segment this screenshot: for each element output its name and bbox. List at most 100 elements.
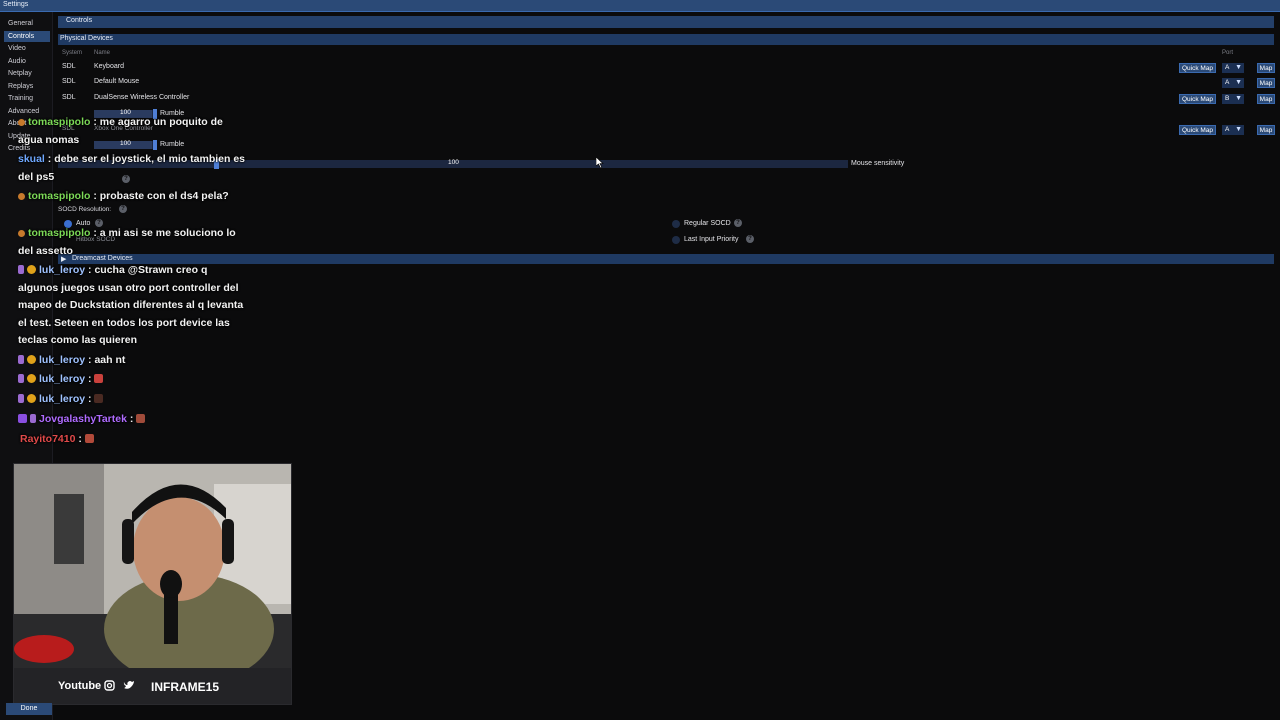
chat-message: tomaspipolo : me agarro un poquito de ag… (18, 114, 248, 149)
window-titlebar: Settings (0, 0, 1280, 12)
chat-message: tomaspipolo : probaste con el ds4 pela? (18, 188, 248, 206)
map-button[interactable]: Map (1257, 63, 1275, 73)
device-system: SDL (62, 63, 76, 70)
chat-username: tomaspipolo (28, 116, 91, 128)
chat-badge-icon (18, 394, 24, 403)
chevron-down-icon: ▼ (1235, 79, 1242, 86)
chat-message: luk_leroy : (18, 391, 248, 409)
chat-badge-icon (27, 265, 36, 274)
window-title: Settings (3, 1, 29, 8)
device-system: SDL (62, 94, 76, 101)
chevron-down-icon: ▼ (1235, 95, 1242, 102)
chat-badge-icon (27, 394, 36, 403)
done-button[interactable]: Done (6, 703, 52, 715)
chat-text: : probaste con el ds4 pela? (93, 190, 229, 202)
chat-text: : cucha @Strawn creo q algunos juegos us… (18, 264, 244, 346)
column-name: Name (94, 50, 111, 56)
chat-username: luk_leroy (39, 393, 86, 405)
chat-username: luk_leroy (39, 373, 86, 385)
chat-username: luk_leroy (39, 354, 86, 366)
chat-text: : (129, 413, 134, 425)
chat-badge-icon (18, 355, 24, 364)
chat-message: JovgalashyTartek : (18, 411, 248, 429)
last-input-priority-label: Last Input Priority (684, 236, 739, 243)
sidebar-item-replays[interactable]: Replays (4, 81, 50, 92)
emote-icon (94, 374, 104, 383)
chat-badge-icon (27, 374, 36, 383)
chat-username: tomaspipolo (28, 227, 91, 239)
column-port: Port (1222, 50, 1234, 56)
page-title: Controls (66, 17, 93, 24)
sidebar-item-video[interactable]: Video (4, 43, 50, 54)
regular-socd-label: Regular SOCD (684, 220, 731, 227)
port-select[interactable]: A ▼ (1222, 78, 1244, 88)
emote-icon (84, 434, 94, 443)
physical-devices-title: Physical Devices (60, 35, 113, 42)
chat-username: luk_leroy (39, 264, 86, 276)
help-icon[interactable]: ? (119, 205, 127, 213)
chat-text: : debe ser el joystick, el mio tambien e… (18, 153, 246, 183)
chat-username: JovgalashyTartek (39, 413, 127, 425)
chat-badge-icon (18, 374, 24, 383)
port-value: A (1225, 126, 1230, 133)
chat-badge-icon (18, 193, 25, 200)
port-value: B (1225, 95, 1230, 102)
chat-badge-icon (18, 119, 25, 126)
help-icon[interactable]: ? (746, 235, 754, 243)
webcam-overlay: Youtube INFRAME15 (13, 463, 292, 705)
chevron-down-icon: ▼ (1235, 126, 1242, 133)
chat-badge-icon (30, 414, 36, 423)
quick-map-button[interactable]: Quick Map (1179, 125, 1216, 135)
port-select[interactable]: A ▼ (1222, 63, 1244, 73)
sidebar-item-audio[interactable]: Audio (4, 56, 50, 67)
port-select[interactable]: A ▼ (1222, 125, 1244, 135)
port-value: A (1225, 79, 1230, 86)
chat-text: : aah nt (88, 354, 126, 366)
help-icon[interactable]: ? (734, 219, 742, 227)
mouse-sensitivity-label: Mouse sensitivity (851, 160, 905, 167)
socd-resolution-label: SOCD Resolution: (58, 206, 112, 213)
chat-message: luk_leroy : aah nt (18, 352, 248, 370)
physical-devices-header[interactable]: Physical Devices (58, 34, 1274, 45)
webcam-video (14, 464, 291, 684)
chat-text: : (78, 433, 82, 445)
channel-handle: INFRAME15 (151, 680, 220, 694)
mouse-cursor-icon (596, 157, 604, 168)
instagram-icon (104, 680, 115, 691)
chat-text: : (88, 373, 92, 385)
chat-message: luk_leroy : cucha @Strawn creo q algunos… (18, 262, 248, 350)
controls-header: Controls (58, 16, 1274, 28)
chat-badge-icon (18, 414, 27, 423)
emote-icon (94, 394, 104, 403)
youtube-label: Youtube (58, 680, 102, 692)
chat-text: : (88, 393, 92, 405)
sidebar-item-netplay[interactable]: Netplay (4, 68, 50, 79)
chat-badge-icon (27, 355, 36, 364)
chat-message: Rayito7410 : (20, 431, 250, 449)
chat-username: tomaspipolo (28, 190, 91, 202)
chat-username: Rayito7410 (20, 433, 76, 445)
map-button[interactable]: Map (1257, 125, 1275, 135)
map-button[interactable]: Map (1257, 94, 1275, 104)
column-system: System (62, 50, 83, 56)
chat-message: tomaspipolo : a mi asi se me soluciono l… (18, 225, 248, 260)
quick-map-button[interactable]: Quick Map (1179, 63, 1216, 73)
chat-username: skual (18, 153, 45, 165)
map-button[interactable]: Map (1257, 78, 1275, 88)
sidebar-item-training[interactable]: Training (4, 93, 50, 104)
last-input-priority-radio[interactable] (672, 236, 680, 244)
twitter-icon (123, 681, 134, 689)
mouse-sensitivity-value: 100 (448, 159, 459, 166)
sidebar-item-general[interactable]: General (4, 18, 50, 29)
device-name-keyboard: Keyboard (94, 63, 124, 70)
webcam-footer: Youtube INFRAME15 (14, 668, 291, 704)
chat-message: luk_leroy : (18, 371, 248, 389)
device-system: SDL (62, 78, 76, 85)
regular-socd-radio[interactable] (672, 220, 680, 228)
chevron-down-icon: ▼ (1235, 64, 1242, 71)
device-name-dualsense: DualSense Wireless Controller (94, 94, 190, 101)
port-select[interactable]: B ▼ (1222, 94, 1244, 104)
quick-map-button[interactable]: Quick Map (1179, 94, 1216, 104)
emote-icon (136, 414, 146, 423)
sidebar-item-controls[interactable]: Controls (4, 31, 50, 42)
